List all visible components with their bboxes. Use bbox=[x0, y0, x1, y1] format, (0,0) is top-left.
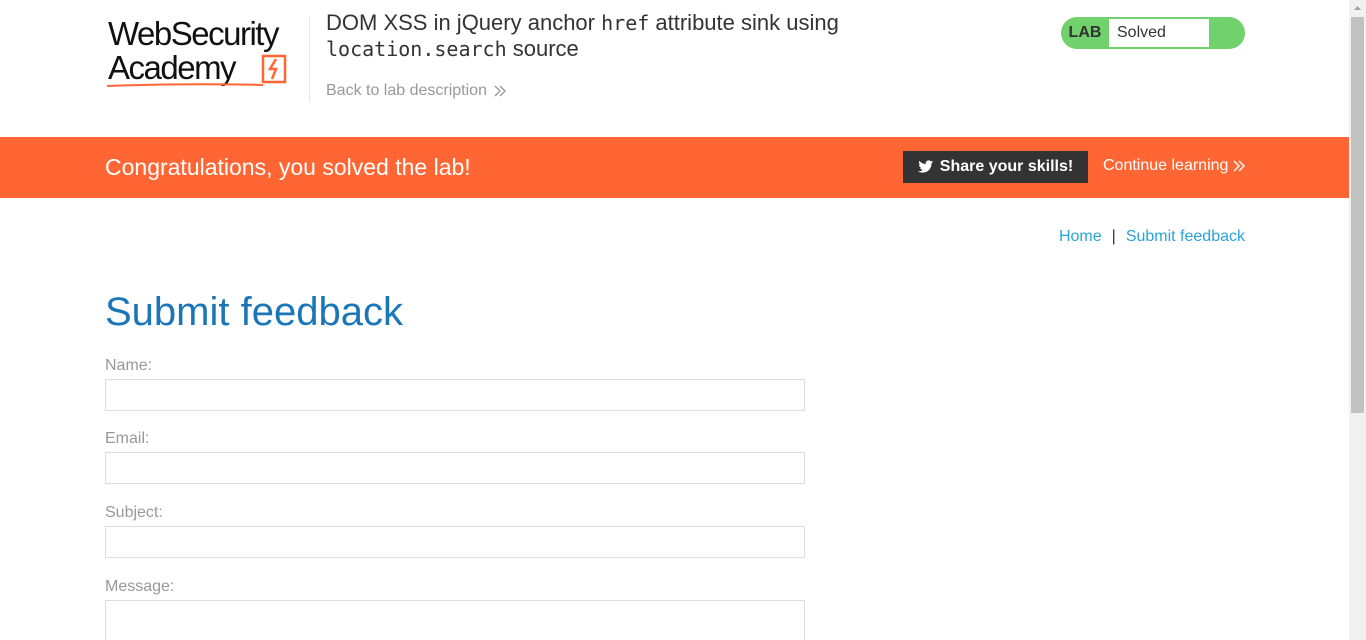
vertical-scrollbar[interactable] bbox=[1349, 0, 1366, 640]
lab-title-code: location.search bbox=[326, 37, 507, 61]
lab-title: DOM XSS in jQuery anchor href attribute … bbox=[326, 10, 946, 62]
continue-learning-label: Continue learning bbox=[1103, 157, 1229, 174]
share-skills-button[interactable]: Share your skills! bbox=[903, 151, 1088, 183]
subject-input[interactable] bbox=[105, 526, 805, 558]
lab-title-code: href bbox=[601, 11, 650, 35]
nav-home-link[interactable]: Home bbox=[1059, 228, 1102, 246]
solved-message: Congratulations, you solved the lab! bbox=[105, 154, 471, 180]
logo-bolt-icon bbox=[261, 54, 287, 84]
lab-title-text: attribute sink using bbox=[649, 10, 839, 35]
solved-banner: Congratulations, you solved the lab! Sha… bbox=[0, 137, 1349, 198]
scroll-up-arrow-icon[interactable] bbox=[1349, 0, 1366, 17]
share-skills-label: Share your skills! bbox=[939, 158, 1074, 175]
lab-status-widget: LAB Solved bbox=[1061, 17, 1245, 49]
header-divider bbox=[309, 16, 310, 102]
lab-title-text: source bbox=[506, 36, 579, 61]
lab-status-text: Solved bbox=[1109, 19, 1209, 47]
chevron-double-right-icon bbox=[494, 85, 506, 97]
subject-label: Subject: bbox=[105, 504, 163, 521]
logo-underline-icon bbox=[106, 83, 264, 87]
logo-text-line1: WebSecurity bbox=[108, 15, 279, 52]
academy-logo[interactable]: WebSecurity Academy bbox=[105, 14, 305, 90]
email-label: Email: bbox=[105, 430, 150, 447]
name-label: Name: bbox=[105, 357, 153, 374]
continue-learning-link[interactable]: Continue learning bbox=[1103, 157, 1246, 175]
nav-submit-feedback-link[interactable]: Submit feedback bbox=[1126, 228, 1245, 246]
lab-badge: LAB bbox=[1068, 24, 1102, 41]
top-navigation: Home | Submit feedback bbox=[1059, 228, 1245, 246]
logo-text-line2: Academy bbox=[108, 49, 237, 86]
email-input[interactable] bbox=[105, 452, 805, 484]
name-input[interactable] bbox=[105, 379, 805, 411]
page-title: Submit feedback bbox=[105, 290, 403, 334]
chevron-double-right-icon bbox=[1233, 160, 1246, 172]
nav-separator: | bbox=[1111, 228, 1116, 245]
back-link-label: Back to lab description bbox=[326, 82, 487, 99]
header: WebSecurity Academy DOM XSS in jQuery an… bbox=[0, 0, 1349, 137]
scrollbar-thumb[interactable] bbox=[1351, 17, 1364, 413]
twitter-icon bbox=[917, 160, 934, 173]
message-label: Message: bbox=[105, 578, 175, 595]
message-textarea[interactable] bbox=[105, 600, 805, 640]
back-to-lab-description-link[interactable]: Back to lab description bbox=[326, 82, 507, 100]
page: WebSecurity Academy DOM XSS in jQuery an… bbox=[0, 0, 1349, 640]
lab-title-text: DOM XSS in jQuery anchor bbox=[326, 10, 602, 35]
